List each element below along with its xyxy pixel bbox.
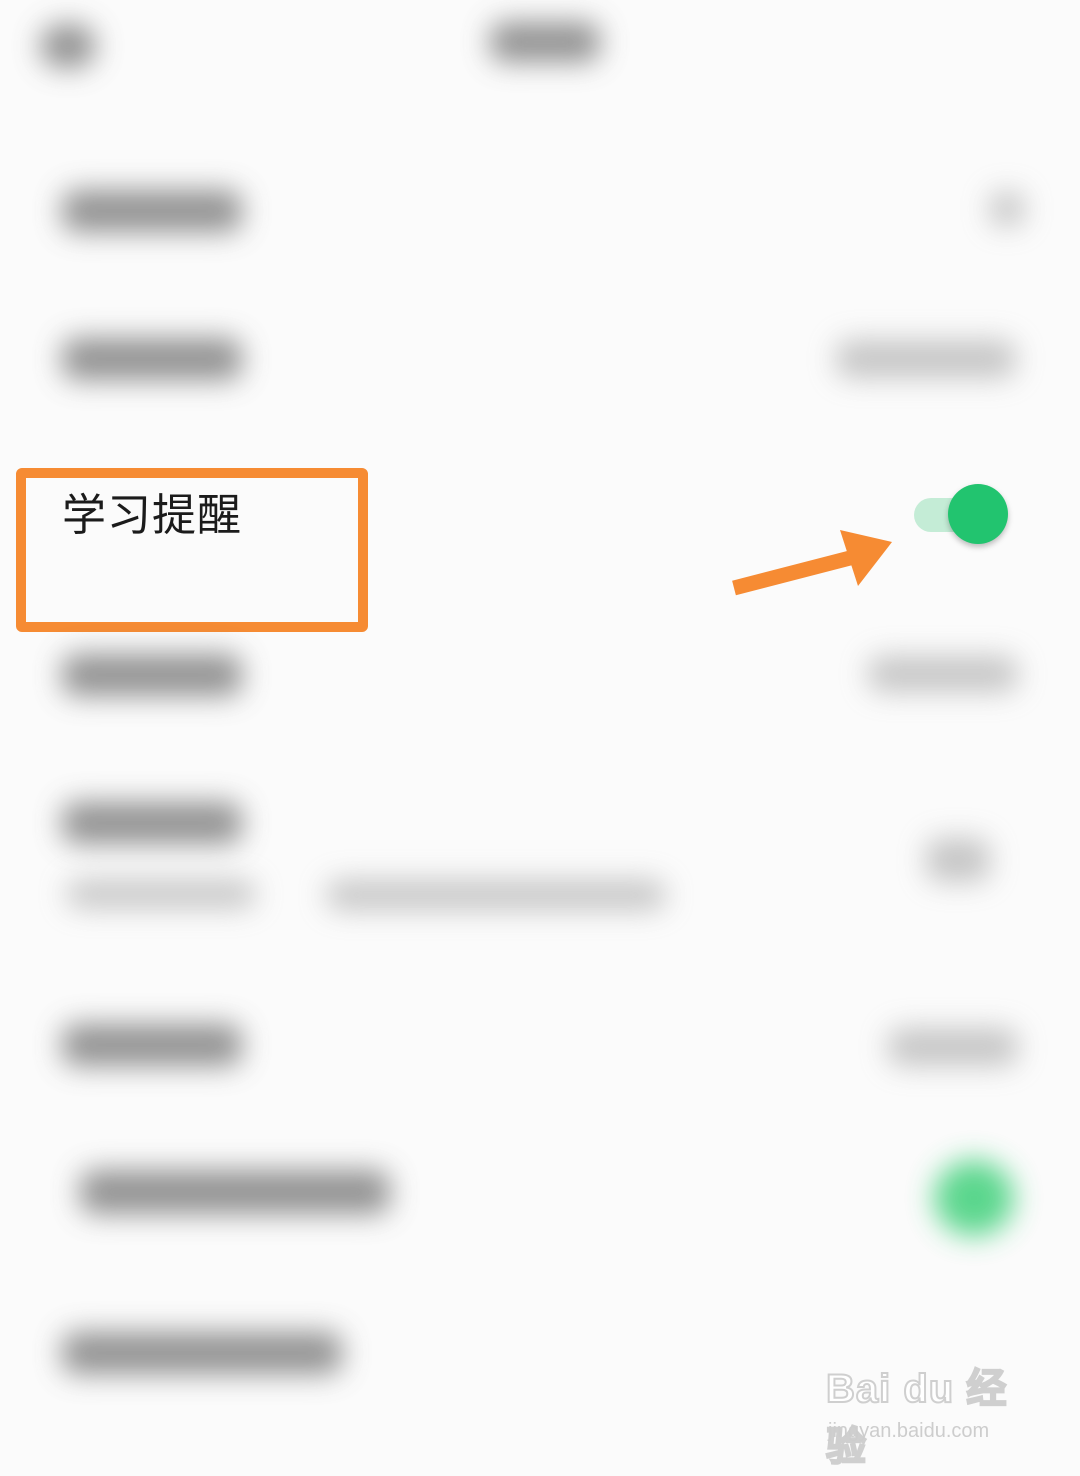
setting-row-label bbox=[62, 338, 242, 380]
setting-row-label bbox=[62, 802, 242, 844]
study-reminder-label: 学习提醒 bbox=[62, 490, 242, 541]
annotation-arrow-icon bbox=[732, 530, 892, 596]
settings-screen: 学习提醒 Bai du 经验 jingyan.baidu.com bbox=[0, 0, 1080, 1476]
setting-toggle[interactable] bbox=[934, 1160, 1014, 1236]
setting-row-value bbox=[888, 1028, 1018, 1066]
toggle-thumb bbox=[948, 484, 1008, 544]
chevron-right-icon bbox=[990, 192, 1024, 226]
setting-row-value bbox=[836, 340, 1016, 378]
setting-row-label bbox=[62, 1024, 242, 1066]
study-reminder-toggle[interactable] bbox=[912, 484, 1012, 546]
setting-row-label bbox=[62, 1332, 342, 1374]
watermark-url: jingyan.baidu.com bbox=[828, 1420, 990, 1442]
watermark-brand: Bai du 经验 bbox=[825, 1366, 1008, 1470]
setting-row-value bbox=[868, 656, 1018, 692]
setting-row-value bbox=[926, 838, 990, 882]
setting-row-label bbox=[62, 654, 242, 696]
back-icon[interactable] bbox=[40, 24, 96, 68]
setting-row-label bbox=[80, 1170, 390, 1214]
baidu-jingyan-watermark: Bai du 经验 jingyan.baidu.com bbox=[825, 1356, 1026, 1470]
page-title bbox=[490, 22, 600, 62]
setting-row-description bbox=[66, 880, 256, 908]
setting-row-description bbox=[326, 880, 666, 910]
setting-row-label bbox=[62, 190, 242, 232]
